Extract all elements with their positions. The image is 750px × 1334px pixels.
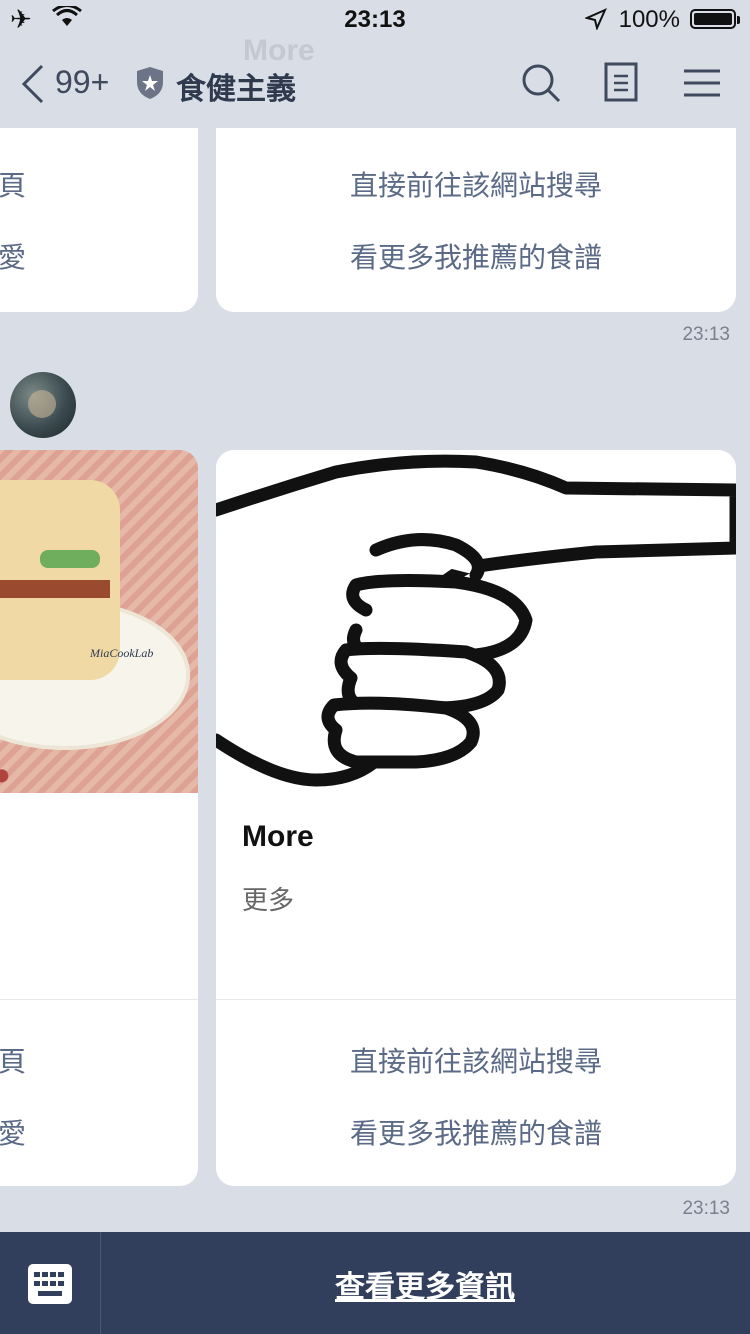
- keyboard-toggle-button[interactable]: [0, 1232, 101, 1334]
- location-arrow-icon: [585, 8, 607, 30]
- avatar[interactable]: [10, 372, 76, 438]
- pointing-hand-image: [216, 450, 736, 793]
- keyboard-icon: [28, 1264, 72, 1304]
- carousel-card-more[interactable]: More 更多 直接前往該網站搜尋 看更多我推薦的食譜: [216, 450, 736, 1186]
- top-left-card: 頁 愛: [0, 128, 198, 312]
- card-subtitle: 更多: [242, 886, 295, 916]
- more-recipes-action[interactable]: 看更多我推薦的食譜: [216, 1112, 736, 1152]
- card-action[interactable]: 愛: [0, 1112, 26, 1152]
- message-timestamp: 23:13: [682, 324, 730, 345]
- view-more-info-link[interactable]: 查看更多資訊: [100, 1262, 750, 1306]
- note-icon[interactable]: [604, 62, 638, 102]
- menu-icon[interactable]: [684, 68, 720, 98]
- card-action[interactable]: 頁: [0, 1040, 26, 1080]
- search-icon[interactable]: [520, 62, 562, 104]
- card-action[interactable]: 頁: [0, 164, 26, 204]
- status-bar: ✈ 23:13 100%: [0, 0, 750, 40]
- official-account-shield-icon: [137, 67, 163, 99]
- carousel-card-left[interactable]: MiaCookLab 頁 愛: [0, 450, 198, 1186]
- battery-percent: 100%: [618, 6, 680, 33]
- message-timestamp: 23:13: [682, 1198, 730, 1219]
- photo-watermark: MiaCookLab: [90, 646, 154, 660]
- visit-website-action[interactable]: 直接前往該網站搜尋: [216, 1040, 736, 1080]
- card-action[interactable]: 愛: [0, 236, 26, 276]
- back-chevron-icon[interactable]: [18, 62, 48, 106]
- visit-website-action[interactable]: 直接前往該網站搜尋: [216, 164, 736, 204]
- sandwich-photo: MiaCookLab: [0, 450, 198, 793]
- scrolled-card-title: More: [243, 34, 315, 67]
- top-right-card: 直接前往該網站搜尋 看更多我推薦的食譜: [216, 128, 736, 312]
- more-recipes-action[interactable]: 看更多我推薦的食譜: [216, 236, 736, 276]
- unread-count[interactable]: 99+: [55, 64, 109, 101]
- chat-header: More 99+ 食健主義: [0, 34, 750, 128]
- bottom-bar: 查看更多資訊: [0, 1232, 750, 1334]
- card-title: More: [242, 820, 314, 853]
- chat-title: 食健主義: [176, 72, 296, 107]
- battery-icon: [690, 9, 740, 29]
